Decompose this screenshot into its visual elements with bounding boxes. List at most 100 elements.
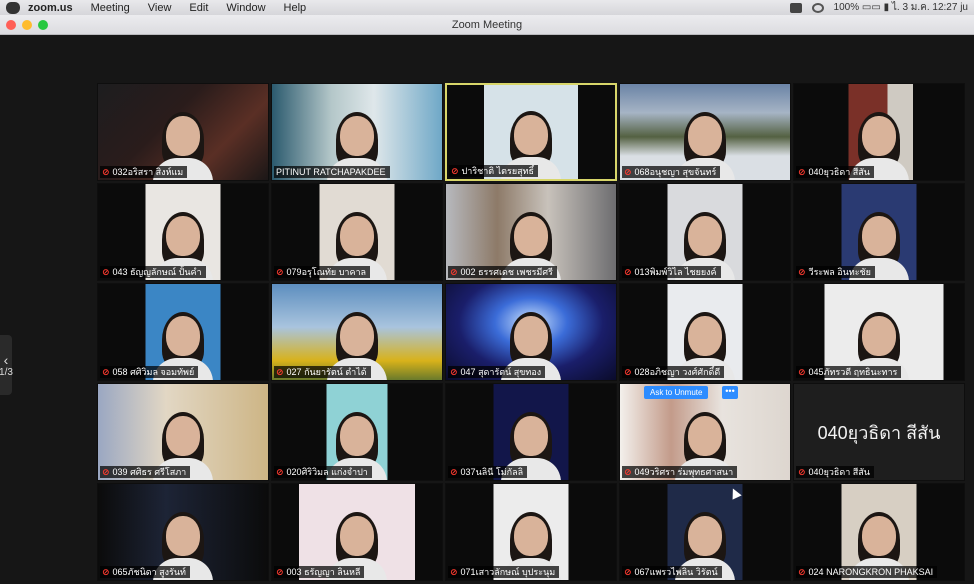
participant-tile[interactable]: ⊘ 032อริสรา สิงห์แม [97, 83, 269, 181]
participant-tile[interactable]: ⊘ 040ยุวธิดา สีสัน [793, 83, 965, 181]
muted-microphone-icon: ⊘ [102, 367, 110, 377]
muted-microphone-icon: ⊘ [451, 166, 459, 176]
participant-name: ปาริชาติ ไตรยสุทธิ์ [461, 166, 535, 176]
muted-microphone-icon: ⊘ [624, 267, 632, 277]
participant-tile[interactable]: ⊘ 065ภัชนิดา สูงรันท์ [97, 483, 269, 581]
participant-name-label: ⊘ 028อภิชญา วงศ์ศักดิ์ดี [622, 366, 725, 378]
menu-help[interactable]: Help [284, 2, 307, 14]
apple-menu-icon[interactable] [6, 1, 20, 14]
muted-microphone-icon: ⊘ [798, 467, 806, 477]
window-controls [6, 20, 48, 30]
participant-name: 068อนุชญา สุขจันทร์ [634, 167, 717, 177]
participant-name: 043 ธัญญลักษณ์ ปั้นคำ [112, 267, 202, 277]
participant-tile[interactable]: ⊘ 047 สุดารัตน์ สุขทอง [445, 283, 617, 381]
participant-name: 045ภัทรวดี ฤทธินะทาร [808, 367, 898, 377]
participant-name-label: ⊘ 039 ศศิธร ศรีโสภา [100, 466, 191, 478]
previous-page-button[interactable]: ‹ 1/3 [0, 335, 13, 395]
participant-name: วีระพล อินทะชัย [808, 267, 871, 277]
participant-name-label: ⊘ 058 ศศิวิมล จอมทัพย์ [100, 366, 199, 378]
participant-tile[interactable]: ⊘ 027 กันยารัตน์ ดำได้ [271, 283, 443, 381]
participant-tile[interactable]: ⊘ 058 ศศิวิมล จอมทัพย์ [97, 283, 269, 381]
menu-meeting[interactable]: Meeting [91, 2, 130, 14]
participant-tile[interactable]: ⊘ 049วริศรา ร่มพุทธศาสนา Ask to Unmute ••• [619, 383, 791, 481]
participant-name-label: ⊘ 037นลินี โม่กัลลิ [448, 466, 528, 478]
zoom-status-icon[interactable] [789, 2, 802, 13]
participant-name: 013พิมพ์วิไล ไชยยงค์ [634, 267, 717, 277]
menu-window[interactable]: Window [226, 2, 265, 14]
window-title: Zoom Meeting [451, 19, 523, 31]
participant-name-label: ⊘ 040ยุวธิดา สีสัน [796, 466, 874, 478]
chevron-left-icon: ‹ [3, 351, 9, 368]
participant-tile[interactable]: ⊘ 013พิมพ์วิไล ไชยยงค์ [619, 183, 791, 281]
muted-microphone-icon: ⊘ [102, 467, 110, 477]
participant-tile[interactable]: ⊘ 039 ศศิธร ศรีโสภา [97, 383, 269, 481]
participant-tile[interactable]: ⊘ วีระพล อินทะชัย [793, 183, 965, 281]
muted-microphone-icon: ⊘ [450, 567, 458, 577]
page-indicator: 1/3 [0, 366, 13, 378]
wifi-icon[interactable] [811, 2, 824, 13]
ask-to-unmute-button[interactable]: Ask to Unmute [644, 386, 709, 399]
participant-name: 027 กันยารัตน์ ดำได้ [286, 367, 367, 377]
participant-tile[interactable]: ⊘ ปาริชาติ ไตรยสุทธิ์ [445, 83, 617, 181]
participant-tile[interactable]: ⊘ 067แพรวไพลิน วิรัตน์ [619, 483, 791, 581]
participant-tile[interactable]: ⊘ 079อรุโณทัย บาคาล [271, 183, 443, 281]
participant-tile[interactable]: ⊘ 028อภิชญา วงศ์ศักดิ์ดี [619, 283, 791, 381]
participant-name-label: ⊘ 049วริศรา ร่มพุทธศาสนา [622, 466, 738, 478]
participant-tile[interactable]: ⊘ 071เสาวลักษณ์ บุประนุม [445, 483, 617, 581]
participant-name: PITINUT RATCHAPAKDEE [276, 167, 386, 177]
participant-name: 079อรุโณทัย บาคาล [286, 267, 367, 277]
menu-view[interactable]: View [148, 2, 172, 14]
muted-microphone-icon: ⊘ [102, 267, 110, 277]
participant-name: 028อภิชญา วงศ์ศักดิ์ดี [634, 367, 721, 377]
muted-microphone-icon: ⊘ [102, 567, 110, 577]
minimize-window-icon[interactable] [22, 20, 32, 30]
fullscreen-window-icon[interactable] [38, 20, 48, 30]
participant-tile[interactable]: PITINUT RATCHAPAKDEE [271, 83, 443, 181]
participant-name-label: ⊘ 043 ธัญญลักษณ์ ปั้นคำ [100, 266, 206, 278]
muted-microphone-icon: ⊘ [798, 367, 806, 377]
participant-name-label: ⊘ 079อรุโณทัย บาคาล [274, 266, 371, 278]
muted-microphone-icon: ⊘ [450, 367, 458, 377]
window-titlebar: Zoom Meeting [0, 15, 974, 35]
muted-microphone-icon: ⊘ [450, 267, 458, 277]
participant-name-label: ⊘ 024 NARONGKRON PHAKSAI [796, 566, 938, 578]
participant-name-label: ⊘ 065ภัชนิดา สูงรันท์ [100, 566, 190, 578]
participant-name: 020ศิริวิมล แก่งจำปา [286, 467, 368, 477]
participant-name-label: ⊘ 045ภัทรวดี ฤทธินะทาร [796, 366, 902, 378]
participant-tile[interactable]: ⊘ 003 ธรัญญา ลินหลี [271, 483, 443, 581]
more-options-button[interactable]: ••• [722, 386, 738, 399]
participant-tile[interactable]: ⊘ 020ศิริวิมล แก่งจำปา [271, 383, 443, 481]
muted-microphone-icon: ⊘ [798, 167, 806, 177]
participant-name-label: ⊘ 040ยุวธิดา สีสัน [796, 166, 874, 178]
muted-microphone-icon: ⊘ [798, 567, 806, 577]
menu-app-name[interactable]: zoom.us [28, 2, 73, 14]
muted-microphone-icon: ⊘ [276, 567, 284, 577]
participant-name-label: PITINUT RATCHAPAKDEE [274, 166, 390, 178]
participant-name-label: ⊘ 068อนุชญา สุขจันทร์ [622, 166, 721, 178]
participant-tile[interactable]: ⊘ 002 ธรรศเดช เพชรมีศรี [445, 183, 617, 281]
gallery-view: ‹ 1/3 ⊘ 032อริสรา สิงห์แม PITINUT RATCHAPA… [0, 35, 974, 584]
participant-name-label: ⊘ 003 ธรัญญา ลินหลี [274, 566, 365, 578]
participant-tile[interactable]: ⊘ 045ภัทรวดี ฤทธินะทาร [793, 283, 965, 381]
participant-tile[interactable]: ⊘ 068อนุชญา สุขจันทร์ [619, 83, 791, 181]
participant-name-label: ⊘ ปาริชาติ ไตรยสุทธิ์ [449, 165, 539, 177]
participant-name-label: ⊘ 032อริสรา สิงห์แม [100, 166, 188, 178]
close-window-icon[interactable] [6, 20, 16, 30]
muted-microphone-icon: ⊘ [276, 267, 284, 277]
participant-name: 047 สุดารัตน์ สุขทอง [460, 367, 542, 377]
muted-microphone-icon: ⊘ [102, 167, 110, 177]
muted-microphone-icon: ⊘ [798, 267, 806, 277]
participant-name-label: ⊘ 027 กันยารัตน์ ดำได้ [274, 366, 371, 378]
mac-menubar: zoom.us Meeting View Edit Window Help 10… [0, 0, 974, 15]
participant-tile[interactable]: 040ยุวธิดา สีสัน ⊘ 040ยุวธิดา สีสัน [793, 383, 965, 481]
participant-tile[interactable]: ⊘ 037นลินี โม่กัลลิ [445, 383, 617, 481]
participant-name: 032อริสรา สิงห์แม [112, 167, 184, 177]
participant-tile[interactable]: ⊘ 043 ธัญญลักษณ์ ปั้นคำ [97, 183, 269, 281]
participant-name: 003 ธรัญญา ลินหลี [286, 567, 361, 577]
participant-name: 058 ศศิวิมล จอมทัพย์ [112, 367, 195, 377]
participant-name: 002 ธรรศเดช เพชรมีศรี [460, 267, 553, 277]
participant-name: 067แพรวไพลิน วิรัตน์ [634, 567, 718, 577]
menu-edit[interactable]: Edit [189, 2, 208, 14]
participant-tile[interactable]: ⊘ 024 NARONGKRON PHAKSAI [793, 483, 965, 581]
participant-name: 040ยุวธิดา สีสัน [808, 167, 870, 177]
